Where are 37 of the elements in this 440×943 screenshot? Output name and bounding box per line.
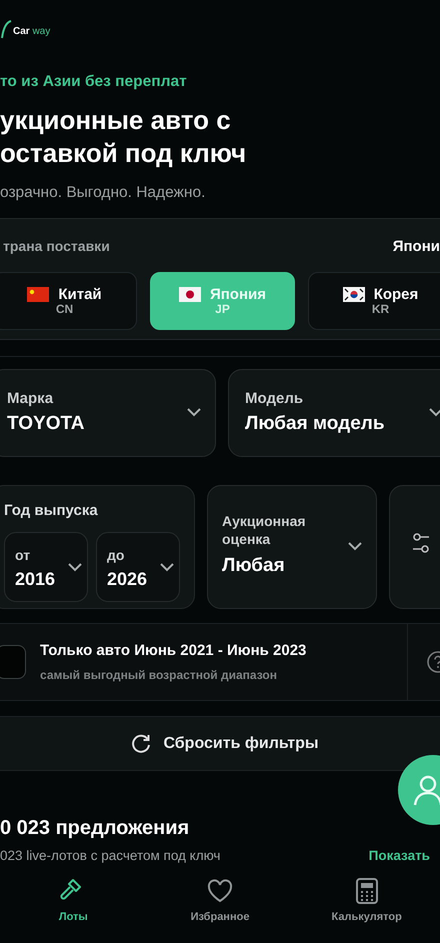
chevron-icon [160,563,174,572]
flag-icon [178,287,201,302]
nav-tab[interactable]: Калькулятор [293,876,440,943]
chevron-icon [429,408,440,417]
nav-tab[interactable]: Лоты [0,876,147,943]
results-subtitle: 023 live-лотов с расчетом под ключ [0,847,220,866]
section-label: трана поставки [3,236,110,256]
checkbox[interactable] [0,645,26,680]
eyebrow-text: то из Азии без переплат [0,72,188,92]
flag-icon [27,287,50,302]
refresh-icon [131,734,152,754]
country-option[interactable]: Корея KR [308,272,440,330]
page-title: укционные авто с оставкой под ключ [0,104,248,170]
show-link[interactable]: Показать [368,846,440,866]
country-option[interactable]: Китай CN [0,272,137,330]
nav-tab[interactable]: Избранное [146,876,294,943]
results-count: 0 023 предложения [0,816,190,842]
grade-select[interactable]: Аукционная оценка Любая [207,484,377,609]
person-icon [413,774,440,806]
selected-country-text: Япони [392,236,440,257]
reset-button[interactable]: Сбросить фильтры [0,716,440,772]
year-select[interactable]: до 2026 [96,532,180,602]
chevron-icon [187,408,201,417]
option-title: Только авто Июнь 2021 - Июнь 2023 [40,641,306,662]
filters-button[interactable] [389,484,440,609]
logo-icon [0,19,12,40]
logo-text: Car way [13,25,50,40]
brand-select[interactable]: Марка TOYOTA [0,368,216,457]
flag-icon [342,287,365,302]
chevron-icon [348,542,362,551]
year-select[interactable]: от 2016 [4,532,88,602]
option-hint: самый выгодный возрастной диапазон [40,666,278,684]
chevron-icon [68,563,82,572]
field-label: Год выпуска [4,500,99,521]
model-select[interactable]: Модель Любая модель [228,368,440,457]
sliders-icon [412,532,430,554]
subtitle-text: озрачно. Выгодно. Надежно. [0,182,206,203]
